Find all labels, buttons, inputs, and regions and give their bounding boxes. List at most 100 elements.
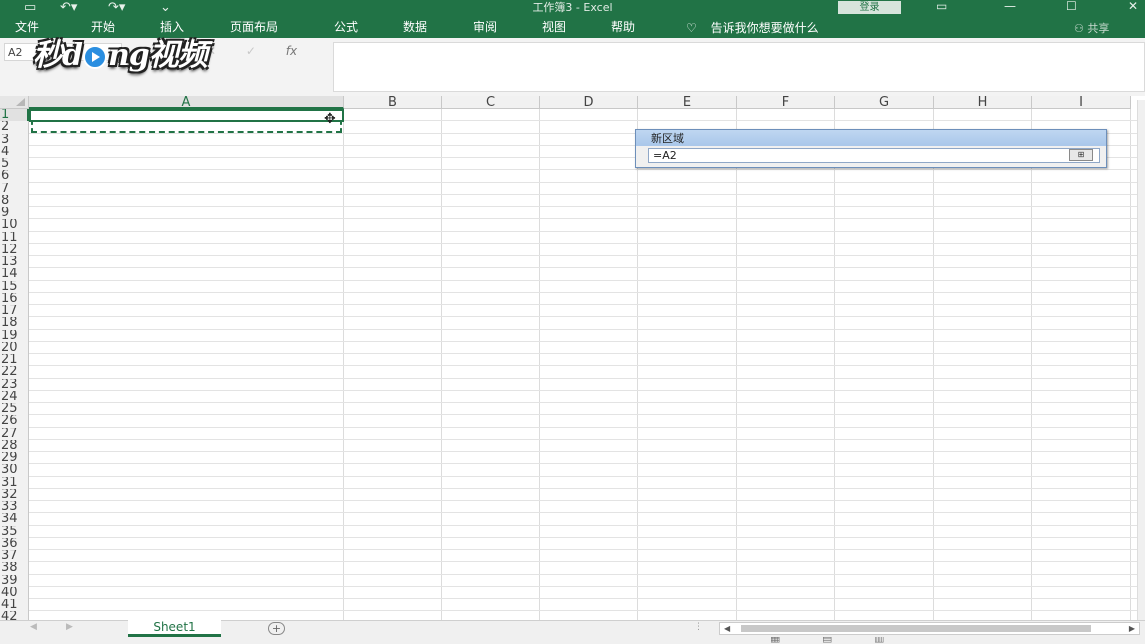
- row-header-17[interactable]: 17: [0, 305, 29, 318]
- title-bar: ▭ ↶▾ ↷▾ ⌄ 工作簿3 - Excel 登录 ▭ — ☐ ✕: [0, 0, 1145, 17]
- move-cursor-icon: ✥: [324, 111, 336, 127]
- row-gridline: [29, 585, 1145, 587]
- range-selection-marquee: [31, 120, 342, 133]
- column-header-h[interactable]: H: [934, 96, 1032, 109]
- row-header-24[interactable]: 24: [0, 390, 29, 403]
- cancel-icon[interactable]: ✕: [206, 44, 216, 58]
- insert-function-icon[interactable]: fx: [286, 44, 297, 58]
- row-header-12[interactable]: 12: [0, 243, 29, 256]
- share-button[interactable]: ⚇ 共享: [1074, 20, 1109, 36]
- tab-page-layout[interactable]: 页面布局: [230, 20, 278, 35]
- row-header-35[interactable]: 35: [0, 525, 29, 538]
- row-header-30[interactable]: 30: [0, 464, 29, 477]
- row-gridline: [29, 402, 1145, 403]
- row-header-39[interactable]: 39: [0, 574, 29, 587]
- ribbon-tabs: 文件 开始 插入 页面布局 公式 数据 审阅 视图 帮助 ♡ 告诉我你想要做什么…: [0, 17, 1145, 38]
- row-header-13[interactable]: 13: [0, 256, 29, 269]
- row-header-25[interactable]: 25: [0, 403, 29, 416]
- tab-formulas[interactable]: 公式: [334, 20, 358, 35]
- row-header-22[interactable]: 22: [0, 366, 29, 379]
- column-header-c[interactable]: C: [442, 96, 540, 109]
- row-gridline: [29, 242, 1145, 244]
- page-layout-view-icon[interactable]: ▤: [822, 637, 832, 644]
- row-header-10[interactable]: 10: [0, 219, 29, 232]
- column-header-a[interactable]: A: [29, 96, 344, 109]
- row-header-40[interactable]: 40: [0, 586, 29, 599]
- vertical-scrollbar[interactable]: [1137, 100, 1145, 620]
- row-header-36[interactable]: 36: [0, 537, 29, 550]
- row-header-5[interactable]: 5: [0, 158, 29, 171]
- row-header-28[interactable]: 28: [0, 439, 29, 452]
- scroll-right-icon[interactable]: ▶: [1129, 623, 1135, 634]
- normal-view-icon[interactable]: ▦: [770, 637, 780, 644]
- ribbon-display-icon[interactable]: ▭: [936, 0, 947, 17]
- column-header-b[interactable]: B: [344, 96, 442, 109]
- row-header-23[interactable]: 23: [0, 378, 29, 391]
- row-header-6[interactable]: 6: [0, 170, 29, 183]
- row-header-26[interactable]: 26: [0, 415, 29, 428]
- column-header-e[interactable]: E: [638, 96, 737, 109]
- login-button[interactable]: 登录: [838, 1, 901, 14]
- scroll-left-icon[interactable]: ◀: [724, 623, 730, 634]
- add-sheet-icon[interactable]: +: [268, 622, 285, 635]
- row-header-38[interactable]: 38: [0, 562, 29, 575]
- expand-dialog-icon[interactable]: ⊞: [1069, 149, 1093, 161]
- row-header-3[interactable]: 3: [0, 133, 29, 146]
- row-header-7[interactable]: 7: [0, 182, 29, 195]
- next-sheet-icon[interactable]: ▶: [66, 622, 73, 632]
- close-icon[interactable]: ✕: [1128, 0, 1138, 17]
- row-header-27[interactable]: 27: [0, 427, 29, 440]
- page-break-view-icon[interactable]: ▥: [874, 637, 884, 644]
- row-header-34[interactable]: 34: [0, 513, 29, 526]
- maximize-icon[interactable]: ☐: [1066, 0, 1077, 17]
- horizontal-scrollbar[interactable]: ◀ ▶: [719, 622, 1140, 635]
- row-header-29[interactable]: 29: [0, 452, 29, 465]
- row-header-33[interactable]: 33: [0, 501, 29, 514]
- row-header-9[interactable]: 9: [0, 207, 29, 220]
- row-header-15[interactable]: 15: [0, 280, 29, 293]
- row-header-11[interactable]: 11: [0, 231, 29, 244]
- tab-data[interactable]: 数据: [403, 20, 427, 35]
- tab-review[interactable]: 审阅: [473, 20, 497, 35]
- row-gridline: [29, 304, 1145, 305]
- tab-home[interactable]: 开始: [91, 20, 115, 35]
- enter-icon[interactable]: ✓: [246, 44, 256, 58]
- row-header-16[interactable]: 16: [0, 292, 29, 305]
- row-header-18[interactable]: 18: [0, 317, 29, 330]
- watermark-text-left: 秒d: [33, 38, 83, 73]
- tell-me-box[interactable]: ♡ 告诉我你想要做什么: [686, 19, 819, 36]
- row-header-31[interactable]: 31: [0, 476, 29, 489]
- prev-sheet-icon[interactable]: ◀: [30, 622, 37, 632]
- sheet-tab-sheet1[interactable]: Sheet1: [128, 620, 221, 637]
- tab-insert[interactable]: 插入: [160, 20, 184, 35]
- select-all-button[interactable]: [0, 96, 29, 109]
- column-header-i[interactable]: I: [1032, 96, 1131, 109]
- row-header-41[interactable]: 41: [0, 599, 29, 612]
- column-header-f[interactable]: F: [737, 96, 835, 109]
- row-gridline: [29, 316, 1145, 318]
- row-header-20[interactable]: 20: [0, 341, 29, 354]
- scroll-thumb[interactable]: [741, 625, 1091, 632]
- split-handle-icon[interactable]: ⋮: [694, 622, 703, 632]
- row-header-42[interactable]: 42: [0, 611, 29, 620]
- row-header-1[interactable]: 1: [0, 109, 29, 122]
- row-header-21[interactable]: 21: [0, 354, 29, 367]
- range-reference-input[interactable]: =A2: [648, 148, 1100, 163]
- column-header-g[interactable]: G: [835, 96, 934, 109]
- row-header-14[interactable]: 14: [0, 268, 29, 281]
- tab-file[interactable]: 文件: [15, 20, 39, 35]
- row-gridline: [29, 291, 1145, 293]
- row-gridline: [29, 206, 1145, 207]
- worksheet-grid[interactable]: A B C D E F G H I 1 2 3 4 5 6 7 8 9 10 11 12 13 14 15 16 17 18 19 20…: [0, 96, 1145, 620]
- tab-help[interactable]: 帮助: [611, 20, 635, 35]
- row-header-32[interactable]: 32: [0, 488, 29, 501]
- row-header-4[interactable]: 4: [0, 145, 29, 158]
- row-header-19[interactable]: 19: [0, 329, 29, 342]
- tab-view[interactable]: 视图: [542, 20, 566, 35]
- column-header-d[interactable]: D: [540, 96, 638, 109]
- row-header-37[interactable]: 37: [0, 550, 29, 563]
- row-header-2[interactable]: 2: [0, 121, 29, 134]
- formula-input[interactable]: [333, 42, 1145, 92]
- minimize-icon[interactable]: —: [1004, 0, 1016, 17]
- row-header-8[interactable]: 8: [0, 194, 29, 207]
